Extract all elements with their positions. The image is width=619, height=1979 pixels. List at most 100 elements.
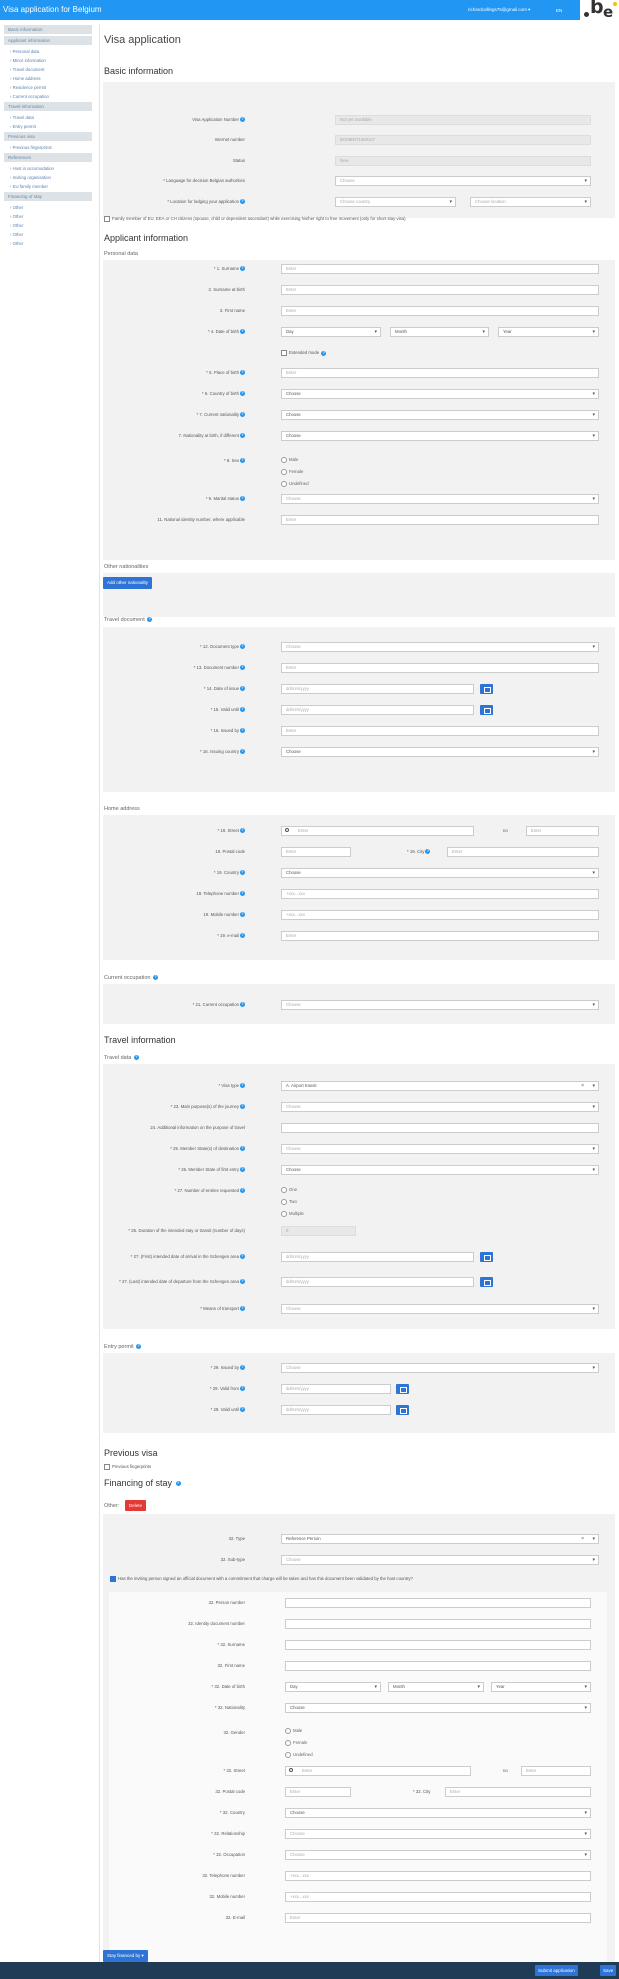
fin-type-select[interactable]: Reference Person × bbox=[281, 1534, 599, 1544]
dob-year-select[interactable]: Year bbox=[498, 327, 599, 337]
help-icon[interactable]: ? bbox=[240, 828, 245, 834]
help-icon[interactable]: ? bbox=[240, 912, 245, 918]
sidebar-item[interactable]: Home address bbox=[0, 74, 96, 83]
help-icon[interactable]: ? bbox=[240, 749, 245, 755]
sidebar-item[interactable]: Other bbox=[0, 239, 96, 248]
fin-nationality-select[interactable]: Choose bbox=[285, 1703, 591, 1713]
calendar-icon[interactable] bbox=[480, 705, 493, 715]
home-country-select[interactable]: Choose bbox=[281, 868, 599, 878]
sidebar-item[interactable]: Other bbox=[0, 230, 96, 239]
help-icon[interactable]: ? bbox=[240, 117, 245, 123]
signed-commitment-checkbox[interactable]: Has the inviting person signed an offici… bbox=[110, 1576, 413, 1582]
country-birth-select[interactable]: Choose bbox=[281, 389, 599, 399]
submit-application-button[interactable]: Submit application bbox=[535, 1965, 578, 1976]
permit-valid-from-input[interactable]: dd/mm/yyyy bbox=[281, 1384, 391, 1394]
city-input[interactable]: Enter bbox=[447, 847, 599, 857]
help-icon[interactable]: ? bbox=[240, 266, 245, 272]
calendar-icon[interactable] bbox=[480, 1252, 493, 1262]
help-icon[interactable]: ? bbox=[147, 617, 153, 623]
extended-mode-checkbox[interactable]: Extended mode ? bbox=[281, 350, 327, 356]
fin-telephone-input[interactable]: +xxx...xxx bbox=[285, 1871, 591, 1881]
calendar-icon[interactable] bbox=[396, 1384, 409, 1394]
sidebar-item[interactable]: Inviting organisation bbox=[0, 173, 96, 182]
help-icon[interactable]: ? bbox=[240, 707, 245, 713]
help-icon[interactable]: ? bbox=[321, 350, 327, 356]
help-icon[interactable]: ? bbox=[240, 1104, 245, 1110]
clear-icon[interactable]: × bbox=[581, 1535, 584, 1543]
sidebar-item[interactable]: Current occupation bbox=[0, 92, 96, 101]
help-icon[interactable]: ? bbox=[240, 458, 245, 464]
add-nationality-button[interactable]: Add other nationality bbox=[103, 577, 153, 589]
fin-dob-year-select[interactable]: Year bbox=[491, 1682, 591, 1692]
permit-issued-select[interactable]: Choose bbox=[281, 1363, 599, 1373]
user-menu[interactable]: richardcollings75@gmail.com ▾ bbox=[468, 7, 530, 13]
help-icon[interactable]: ? bbox=[240, 433, 245, 439]
sidebar-item[interactable]: Other bbox=[0, 212, 96, 221]
transport-select[interactable]: Choose bbox=[281, 1304, 599, 1314]
telephone-input[interactable]: +xxx...xxx bbox=[281, 889, 599, 899]
help-icon[interactable]: ? bbox=[425, 849, 431, 855]
help-icon[interactable]: ? bbox=[240, 891, 245, 897]
help-icon[interactable]: ? bbox=[240, 933, 245, 939]
language-decision-select[interactable]: Choose bbox=[335, 176, 591, 186]
stay-financed-by-button[interactable]: Stay financed by ▾ bbox=[103, 1950, 148, 1962]
fin-dob-month-select[interactable]: Month bbox=[388, 1682, 484, 1692]
dob-month-select[interactable]: Month bbox=[390, 327, 489, 337]
family-member-checkbox[interactable]: Family member of EU, EEA or CH citizens … bbox=[104, 216, 406, 222]
sidebar-section-heading[interactable]: Financing of stay bbox=[4, 192, 92, 201]
valid-until-input[interactable]: dd/mm/yyyy bbox=[281, 705, 474, 715]
language-selector[interactable]: EN bbox=[556, 8, 562, 13]
help-icon[interactable]: ? bbox=[240, 199, 245, 205]
permit-valid-until-input[interactable]: dd/mm/yyyy bbox=[281, 1405, 391, 1415]
marital-status-select[interactable]: Choose bbox=[281, 494, 599, 504]
help-icon[interactable]: ? bbox=[240, 391, 245, 397]
fin-gender-male-radio[interactable]: Male bbox=[285, 1728, 302, 1734]
sex-undefined-radio[interactable]: Undefined bbox=[281, 481, 309, 487]
fin-street-input[interactable]: Enter bbox=[285, 1766, 471, 1776]
occupation-select[interactable]: Choose bbox=[281, 1000, 599, 1010]
sidebar-section-heading[interactable]: Basic information bbox=[4, 25, 92, 34]
issue-date-input[interactable]: dd/mm/yyyy bbox=[281, 684, 474, 694]
help-icon[interactable]: ? bbox=[240, 665, 245, 671]
national-id-input[interactable]: Enter bbox=[281, 515, 599, 525]
help-icon[interactable]: ? bbox=[240, 1254, 245, 1260]
doc-number-input[interactable]: Enter bbox=[281, 663, 599, 673]
calendar-icon[interactable] bbox=[480, 1277, 493, 1287]
save-button[interactable]: Save bbox=[600, 1965, 617, 1976]
dob-day-select[interactable]: Day bbox=[281, 327, 381, 337]
help-icon[interactable]: ? bbox=[240, 1083, 245, 1089]
house-no-input[interactable]: Enter bbox=[526, 826, 599, 836]
help-icon[interactable]: ? bbox=[240, 1306, 245, 1312]
sex-male-radio[interactable]: Male bbox=[281, 457, 298, 463]
help-icon[interactable]: ? bbox=[240, 728, 245, 734]
help-icon[interactable]: ? bbox=[240, 1365, 245, 1371]
fin-gender-undefined-radio[interactable]: Undefined bbox=[285, 1752, 313, 1758]
fin-city-input[interactable]: Enter bbox=[445, 1787, 591, 1797]
purpose-select[interactable]: Choose bbox=[281, 1102, 599, 1112]
fin-gender-female-radio[interactable]: Female bbox=[285, 1740, 307, 1746]
help-icon[interactable]: ? bbox=[240, 1386, 245, 1392]
help-icon[interactable]: ? bbox=[240, 1188, 245, 1194]
help-icon[interactable]: ? bbox=[240, 644, 245, 650]
id-doc-input[interactable] bbox=[285, 1619, 591, 1629]
departure-date-input[interactable]: dd/mm/yyyy bbox=[281, 1277, 474, 1287]
email-input[interactable]: Enter bbox=[281, 931, 599, 941]
help-icon[interactable]: ? bbox=[240, 686, 245, 692]
help-icon[interactable]: ? bbox=[240, 329, 245, 335]
help-icon[interactable]: ? bbox=[136, 1344, 142, 1350]
nationality-birth-select[interactable]: Choose bbox=[281, 431, 599, 441]
sidebar-item[interactable]: Entry permit bbox=[0, 122, 96, 131]
help-icon[interactable]: ? bbox=[240, 496, 245, 502]
issuing-country-select[interactable]: Choose bbox=[281, 747, 599, 757]
calendar-icon[interactable] bbox=[480, 684, 493, 694]
visa-type-select[interactable]: A. Airport transit × bbox=[281, 1081, 599, 1091]
sidebar-item[interactable]: Minor information bbox=[0, 56, 96, 65]
fin-first-name-input[interactable] bbox=[285, 1661, 591, 1671]
sex-female-radio[interactable]: Female bbox=[281, 469, 303, 475]
fin-relationship-select[interactable]: Choose bbox=[285, 1829, 591, 1839]
help-icon[interactable]: ? bbox=[240, 1002, 245, 1008]
help-icon[interactable]: ? bbox=[240, 870, 245, 876]
sidebar-item[interactable]: Residence permit bbox=[0, 83, 96, 92]
sidebar-section-heading[interactable]: Previous visa bbox=[4, 132, 92, 141]
place-birth-input[interactable]: Enter bbox=[281, 368, 599, 378]
